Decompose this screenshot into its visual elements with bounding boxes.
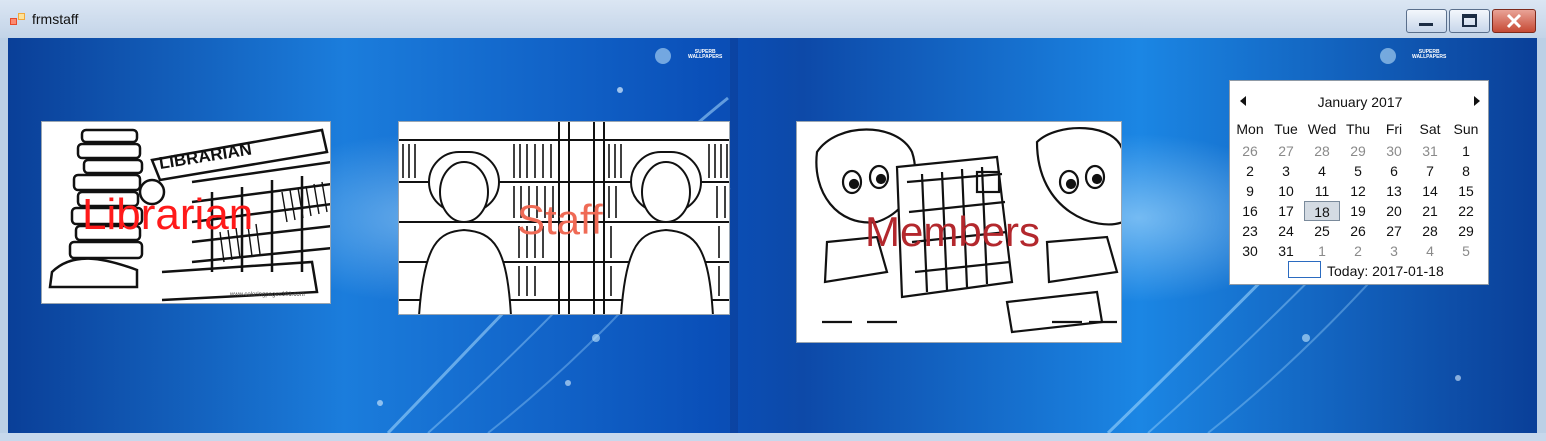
members-picture-button[interactable]: Members — [796, 121, 1122, 343]
staff-label: Staff — [517, 196, 603, 243]
calendar-day[interactable]: 28 — [1412, 221, 1448, 241]
calendar-day[interactable]: 30 — [1232, 241, 1268, 261]
calendar-day[interactable]: 2 — [1340, 241, 1376, 261]
calendar-day[interactable]: 22 — [1448, 201, 1484, 221]
calendar-day[interactable]: 5 — [1448, 241, 1484, 261]
calendar-day[interactable]: 27 — [1268, 141, 1304, 161]
calendar-day[interactable]: 30 — [1376, 141, 1412, 161]
calendar-week-row: 16 17 18 19 20 21 22 — [1232, 201, 1488, 221]
minimize-icon — [1419, 23, 1433, 26]
close-icon — [1506, 13, 1522, 29]
close-button[interactable] — [1492, 9, 1536, 33]
librarian-picture-button[interactable]: LIBRARIAN www.coloringpages101.com Libra… — [41, 121, 331, 304]
calendar-weekday-header: Mon Tue Wed Thu Fri Sat Sun — [1232, 121, 1488, 139]
calendar-day[interactable]: 1 — [1448, 141, 1484, 161]
wallpaper-logo-text: SUPERB WALLPAPERS — [1412, 49, 1447, 60]
calendar-day[interactable]: 18 — [1304, 201, 1340, 221]
calendar-day[interactable]: 17 — [1268, 201, 1304, 221]
calendar-week-row: 23 24 25 26 27 28 29 — [1232, 221, 1488, 241]
calendar-day[interactable]: 15 — [1448, 181, 1484, 201]
calendar-day[interactable]: 8 — [1448, 161, 1484, 181]
calendar-day[interactable]: 16 — [1232, 201, 1268, 221]
calendar-day[interactable]: 31 — [1412, 141, 1448, 161]
calendar-day[interactable]: 20 — [1376, 201, 1412, 221]
calendar-day[interactable]: 29 — [1340, 141, 1376, 161]
calendar-day[interactable]: 19 — [1340, 201, 1376, 221]
weekday-label: Mon — [1236, 121, 1264, 137]
weekday-label: Sat — [1419, 121, 1441, 137]
wallpaper-logo: SUPERB WALLPAPERS — [688, 50, 722, 60]
calendar-month-title[interactable]: January 2017 — [1230, 94, 1490, 110]
maximize-button[interactable] — [1449, 9, 1490, 33]
calendar-day[interactable]: 5 — [1340, 161, 1376, 181]
calendar-day[interactable]: 3 — [1376, 241, 1412, 261]
calendar-day[interactable]: 26 — [1340, 221, 1376, 241]
calendar-week-row: 2345678 — [1232, 161, 1488, 181]
calendar-day-grid: 26 27 28 29 30 31 1 2 3 4 5 6 7 8 9 10 11 12 13 14 15 16 17 18 1… — [1232, 141, 1488, 261]
today-link[interactable]: Today: 2017-01-18 — [1327, 263, 1444, 279]
weekday-label: Fri — [1385, 121, 1403, 137]
weekday-label: Wed — [1307, 121, 1337, 137]
window-title: frmstaff — [32, 11, 79, 27]
calendar-day[interactable]: 29 — [1448, 221, 1484, 241]
calendar-week-row: 9 10 11 12 13 14 15 — [1232, 181, 1488, 201]
calendar-day[interactable]: 4 — [1412, 241, 1448, 261]
calendar-day[interactable]: 1 — [1304, 241, 1340, 261]
maximize-icon — [1462, 14, 1477, 27]
today-marker-icon — [1288, 261, 1321, 278]
calendar-day[interactable]: 6 — [1376, 161, 1412, 181]
calendar-day[interactable]: 25 — [1304, 221, 1340, 241]
calendar-day[interactable]: 26 — [1232, 141, 1268, 161]
calendar-day[interactable]: 14 — [1412, 181, 1448, 201]
members-label: Members — [865, 208, 1041, 255]
librarian-label: Librarian — [82, 190, 254, 239]
title-bar[interactable]: frmstaff — [0, 0, 1546, 38]
calendar-day[interactable]: 13 — [1376, 181, 1412, 201]
windows-forms-app-icon — [10, 13, 25, 25]
app-window: frmstaff SUPERB WALLPAPERS SUPERB WALLPA… — [0, 0, 1546, 441]
calendar-day[interactable]: 4 — [1304, 161, 1340, 181]
calendar-day[interactable]: 9 — [1232, 181, 1268, 201]
staff-picture-button[interactable]: Staff — [398, 121, 730, 315]
weekday-label: Tue — [1274, 121, 1298, 137]
calendar-day[interactable]: 2 — [1232, 161, 1268, 181]
calendar-day[interactable]: 12 — [1340, 181, 1376, 201]
next-month-icon[interactable] — [1474, 96, 1480, 106]
calendar-day[interactable]: 3 — [1268, 161, 1304, 181]
wallpaper-logo-text: SUPERB WALLPAPERS — [688, 49, 723, 60]
calendar-day[interactable]: 11 — [1304, 181, 1340, 201]
calendar-week-row: 26 27 28 29 30 31 1 — [1232, 141, 1488, 161]
weekday-label: Sun — [1453, 121, 1479, 137]
calendar-day[interactable]: 24 — [1268, 221, 1304, 241]
calendar-day[interactable]: 28 — [1304, 141, 1340, 161]
calendar-day[interactable]: 10 — [1268, 181, 1304, 201]
watermark-text: www.coloringpages101.com — [229, 292, 305, 298]
calendar-day[interactable]: 7 — [1412, 161, 1448, 181]
calendar-day[interactable]: 31 — [1268, 241, 1304, 261]
weekday-label: Thu — [1345, 121, 1371, 137]
wallpaper-logo: SUPERB WALLPAPERS — [1412, 50, 1446, 60]
minimize-button[interactable] — [1406, 9, 1447, 33]
month-calendar[interactable]: January 2017 Mon Tue Wed Thu Fri Sat Sun… — [1229, 80, 1489, 285]
window-bottom-border — [0, 433, 1546, 441]
calendar-day[interactable]: 21 — [1412, 201, 1448, 221]
calendar-day[interactable]: 27 — [1376, 221, 1412, 241]
calendar-week-row: 30 31 1 2 3 4 5 — [1232, 241, 1488, 261]
calendar-day[interactable]: 23 — [1232, 221, 1268, 241]
